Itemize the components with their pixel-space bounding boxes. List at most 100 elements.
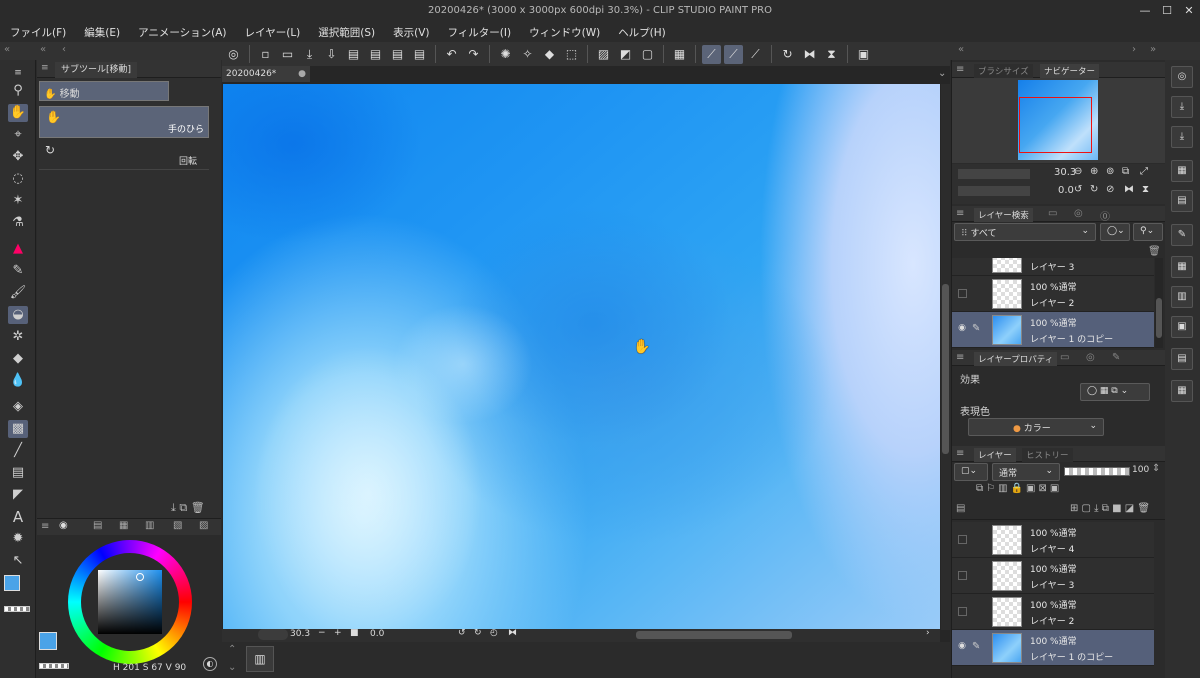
panel-menu-icon[interactable]: ≡ (956, 352, 964, 363)
tab-icon[interactable]: ◎ (1074, 208, 1083, 219)
color-slider-tab-icon[interactable]: ▤ (93, 520, 102, 531)
color-picker-handle[interactable] (136, 573, 144, 581)
main-color-chip[interactable] (39, 632, 57, 650)
menu-edit[interactable]: 編集(E) (84, 25, 120, 40)
snap-special-ruler-icon[interactable]: ⟋ (724, 44, 743, 64)
layer-toggle-icon[interactable]: ▤ (956, 503, 965, 514)
bottom-down-icon[interactable]: ⌄ (228, 662, 236, 673)
nav-zoom-out-icon[interactable]: ⊖ (1074, 166, 1082, 177)
minimize-button[interactable]: — (1138, 4, 1152, 18)
layer-row[interactable]: 100 %通常 レイヤー 4 (952, 522, 1154, 558)
menu-help[interactable]: ヘルプ(H) (618, 25, 666, 40)
menu-layer[interactable]: レイヤー(L) (245, 25, 301, 40)
panel-menu-icon[interactable]: ≡ (41, 521, 49, 532)
saturation-value-square[interactable] (98, 570, 162, 634)
menu-selection[interactable]: 選択範囲(S) (318, 25, 375, 40)
clear-icon[interactable]: ✺ (496, 45, 515, 64)
material-panel-icon[interactable]: ▣ (1171, 316, 1193, 338)
material-panel-icon[interactable]: ✎ (1171, 224, 1193, 246)
tab-icon[interactable]: ✎ (1112, 352, 1120, 363)
scroll-right-icon[interactable]: › (926, 628, 930, 638)
material-icon[interactable]: ⤓ (1171, 126, 1193, 148)
zoom-out-icon[interactable]: − (318, 628, 326, 638)
collapse-subtool-icon[interactable]: « (40, 44, 46, 55)
invert-selection-icon[interactable]: ◩ (616, 45, 635, 64)
zoom-slider[interactable] (958, 169, 1030, 179)
undo-icon[interactable]: ↶ (442, 45, 461, 64)
tab-history[interactable]: ヒストリー (1022, 448, 1073, 462)
material-panel-icon[interactable]: ▦ (1171, 380, 1193, 402)
transparency-grid-icon[interactable]: ▦ (670, 45, 689, 64)
nav-reset-rotate-icon[interactable]: ⊘ (1106, 184, 1114, 195)
opacity-slider[interactable] (1064, 467, 1130, 476)
transparent-color-icon[interactable] (4, 606, 30, 612)
clear-outside-icon[interactable]: ✧ (518, 45, 537, 64)
gradient-tool-icon[interactable]: ▩ (8, 420, 28, 438)
collapse-left-icon[interactable]: « (4, 44, 10, 55)
maximize-button[interactable]: ☐ (1160, 4, 1174, 18)
material-download-icon[interactable]: ⤓ (1171, 96, 1193, 118)
tab-layer-search[interactable]: レイヤー検索 (974, 208, 1033, 222)
subtool-item-hand[interactable]: ✋ 手のひら (39, 106, 209, 138)
search-list-scrollbar[interactable] (1155, 258, 1163, 348)
decoration-tool-icon[interactable]: ✲ (8, 328, 28, 346)
export-tiff-icon[interactable]: ▤ (388, 45, 407, 64)
menu-window[interactable]: ウィンドウ(W) (529, 25, 600, 40)
eye-icon[interactable]: ◉ (956, 641, 968, 653)
blend-mode-dropdown[interactable]: 通常 ⌄ (992, 463, 1060, 481)
nav-flip-h-icon[interactable]: ⧓ (1124, 184, 1134, 195)
expression-color-dropdown[interactable]: ● カラー ⌄ (968, 418, 1104, 436)
rotate-right-icon[interactable]: ↻ (474, 628, 482, 638)
flip-icon[interactable]: ⧓ (508, 628, 517, 638)
layer-row[interactable]: 100 %通常 レイヤー 3 (952, 558, 1154, 594)
delete-icon[interactable]: 🗑 (1148, 246, 1161, 257)
rotate-slider[interactable] (958, 186, 1030, 196)
close-button[interactable]: ✕ (1182, 4, 1196, 18)
tab-brush-size[interactable]: ブラシサイズ (974, 64, 1033, 78)
search-type-dropdown[interactable]: ⚲⌄ (1133, 223, 1163, 241)
layer-row[interactable]: 100 %通常 レイヤー 2 (952, 594, 1154, 630)
panel-menu-icon[interactable]: ≡ (956, 64, 964, 75)
eyedropper-tool-icon[interactable]: ⚗ (8, 214, 28, 232)
export-png-icon[interactable]: ▤ (366, 45, 385, 64)
export-jpg-icon[interactable]: ▤ (344, 45, 363, 64)
balloon-tool-icon[interactable]: ◤ (8, 486, 28, 504)
clip-studio-button[interactable]: ◎ (1171, 66, 1193, 88)
redo-icon[interactable]: ↷ (464, 45, 483, 64)
vertical-scrollbar[interactable] (941, 84, 950, 630)
nav-actual-size-icon[interactable]: ⊚ (1106, 166, 1114, 177)
scroll-thumb[interactable] (1156, 298, 1162, 338)
visibility-toggle[interactable] (958, 571, 967, 580)
frame-tool-icon[interactable]: ▤ (8, 464, 28, 482)
menu-view[interactable]: 表示(V) (393, 25, 429, 40)
nav-fit-icon[interactable]: ⧉ (1122, 166, 1129, 177)
material-panel-icon[interactable]: ▤ (1171, 190, 1193, 212)
eye-icon[interactable]: ◉ (956, 323, 968, 335)
zoom-in-icon[interactable]: + (334, 628, 342, 638)
fill-tool-icon[interactable]: ◈ (8, 398, 28, 416)
correct-line-tool-icon[interactable]: ↖ (8, 552, 28, 570)
panel-menu-icon[interactable]: ≡ (956, 208, 964, 219)
fill-icon[interactable]: ◆ (540, 45, 559, 64)
subtool-group-move[interactable]: ✋ 移動 (39, 81, 169, 101)
airbrush-tool-icon[interactable]: ◒ (8, 306, 28, 324)
main-color-swatch[interactable] (4, 575, 20, 591)
search-layer-row-selected[interactable]: ◉ ✎ 100 %通常 レイヤー 1 のコピー (952, 312, 1154, 348)
blend-tool-icon[interactable]: 💧 (8, 372, 28, 390)
fullscreen-icon[interactable]: ▣ (854, 45, 873, 64)
pen-icon[interactable]: ✎ (972, 323, 980, 334)
color-mode-icon[interactable]: ◐ (203, 657, 217, 671)
timeline-toggle-icon[interactable]: ▥ (246, 646, 274, 672)
menu-animation[interactable]: アニメーション(A) (138, 25, 226, 40)
chevron-right-icon[interactable]: › (1132, 44, 1136, 55)
visibility-toggle[interactable] (958, 607, 967, 616)
material-panel-icon[interactable]: ▦ (1171, 160, 1193, 182)
bottom-up-icon[interactable]: ⌃ (228, 644, 236, 655)
rotate-view-icon[interactable]: ↻ (778, 45, 797, 64)
nav-flip-v-icon[interactable]: ⧗ (1142, 184, 1149, 195)
tab-icon[interactable]: ⓪ (1100, 208, 1110, 223)
snap-grid-icon[interactable]: ⟋ (746, 45, 765, 64)
tab-layer[interactable]: レイヤー (974, 448, 1016, 462)
intermediate-color-tab-icon[interactable]: ▥ (145, 520, 154, 531)
move-layer-tool-icon[interactable]: ✥ (8, 148, 28, 166)
